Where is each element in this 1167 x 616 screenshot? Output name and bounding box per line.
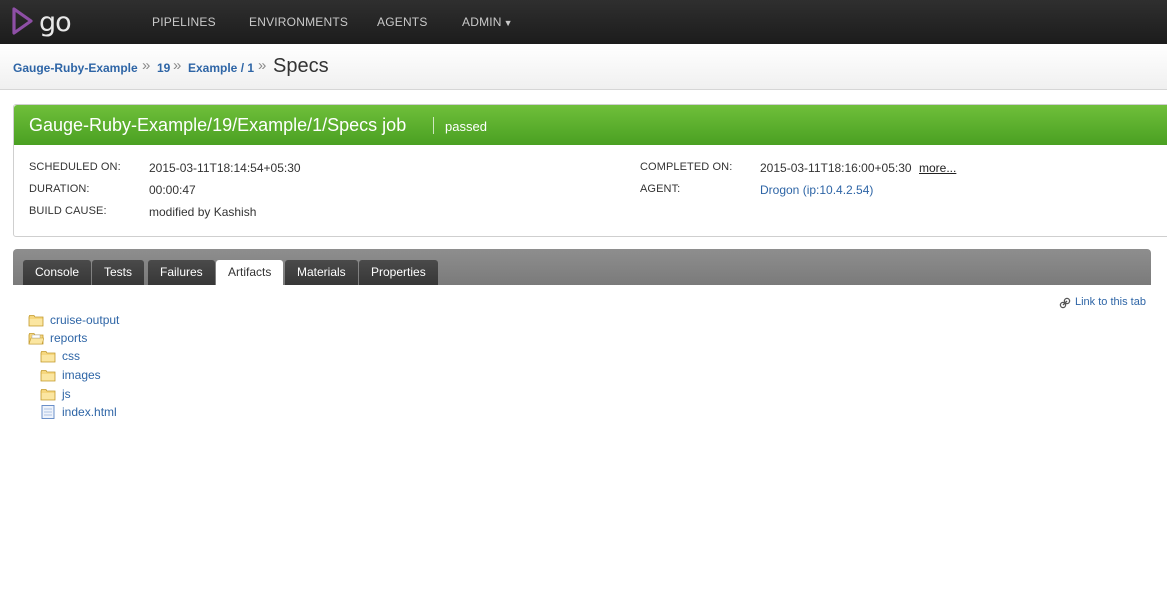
completed-label: COMPLETED ON:	[640, 161, 733, 173]
top-nav-bar: go PIPELINES ENVIRONMENTS AGENTS ADMIN ▼	[0, 0, 1167, 44]
build-cause-label: BUILD CAUSE:	[29, 205, 107, 217]
breadcrumb-stage[interactable]: Example / 1	[188, 61, 254, 75]
nav-agents[interactable]: AGENTS	[377, 15, 428, 29]
job-header: Gauge-Ruby-Example/19/Example/1/Specs jo…	[14, 105, 1167, 145]
go-logo[interactable]: go	[12, 7, 82, 38]
folder-icon[interactable]	[28, 314, 44, 327]
breadcrumb-pipeline[interactable]: Gauge-Ruby-Example	[13, 61, 138, 75]
artifact-index-html[interactable]: index.html	[62, 405, 117, 419]
go-logo-icon	[12, 7, 33, 35]
duration-value: 00:00:47	[149, 183, 196, 197]
job-tabs: Console Tests Failures Artifacts Materia…	[13, 249, 1151, 286]
artifact-js[interactable]: js	[62, 387, 71, 401]
status-badge: passed	[445, 119, 487, 134]
agent-link[interactable]: Drogon (ip:10.4.2.54)	[760, 183, 873, 197]
breadcrumb: Gauge-Ruby-Example » 19 » Example / 1 » …	[0, 44, 1167, 90]
tab-failures[interactable]: Failures	[148, 260, 215, 286]
link-to-tab[interactable]: Link to this tab	[1075, 296, 1146, 308]
completed-value: 2015-03-11T18:16:00+05:30	[760, 161, 912, 175]
more-link[interactable]: more...	[919, 161, 956, 175]
nav-admin-label: ADMIN	[462, 15, 502, 29]
chevron-down-icon: ▼	[503, 18, 513, 28]
logo-text: go	[39, 7, 72, 38]
build-cause-value: modified by Kashish	[149, 205, 257, 219]
duration-label: DURATION:	[29, 183, 90, 195]
folder-icon[interactable]	[40, 388, 56, 401]
tab-properties[interactable]: Properties	[359, 260, 438, 286]
folder-open-icon[interactable]	[28, 332, 44, 345]
artifact-images[interactable]: images	[62, 368, 101, 382]
job-title: Gauge-Ruby-Example/19/Example/1/Specs jo…	[29, 115, 407, 135]
breadcrumb-separator: »	[142, 57, 151, 74]
nav-environments[interactable]: ENVIRONMENTS	[249, 15, 348, 29]
folder-icon[interactable]	[40, 369, 56, 382]
artifact-reports[interactable]: reports	[50, 331, 87, 345]
nav-admin[interactable]: ADMIN ▼	[462, 15, 513, 29]
job-summary: Gauge-Ruby-Example/19/Example/1/Specs jo…	[13, 104, 1167, 237]
agent-label: AGENT:	[640, 183, 681, 195]
tab-tests[interactable]: Tests	[92, 260, 145, 286]
artifact-cruise-output[interactable]: cruise-output	[50, 313, 119, 327]
scheduled-value: 2015-03-11T18:14:54+05:30	[149, 161, 301, 175]
tab-materials[interactable]: Materials	[285, 260, 358, 286]
file-icon[interactable]	[40, 405, 56, 419]
tab-artifacts[interactable]: Artifacts	[216, 260, 284, 286]
divider	[433, 117, 434, 134]
scheduled-label: SCHEDULED ON:	[29, 161, 121, 173]
breadcrumb-counter[interactable]: 19	[157, 61, 170, 75]
folder-icon[interactable]	[40, 350, 56, 363]
artifact-css[interactable]: css	[62, 349, 80, 363]
breadcrumb-separator: »	[258, 57, 267, 74]
breadcrumb-current: Specs	[273, 55, 329, 77]
breadcrumb-separator: »	[173, 57, 182, 74]
tab-console[interactable]: Console	[23, 260, 92, 286]
tab-underline	[13, 285, 1151, 287]
link-icon[interactable]	[1059, 297, 1071, 309]
nav-pipelines[interactable]: PIPELINES	[152, 15, 216, 29]
